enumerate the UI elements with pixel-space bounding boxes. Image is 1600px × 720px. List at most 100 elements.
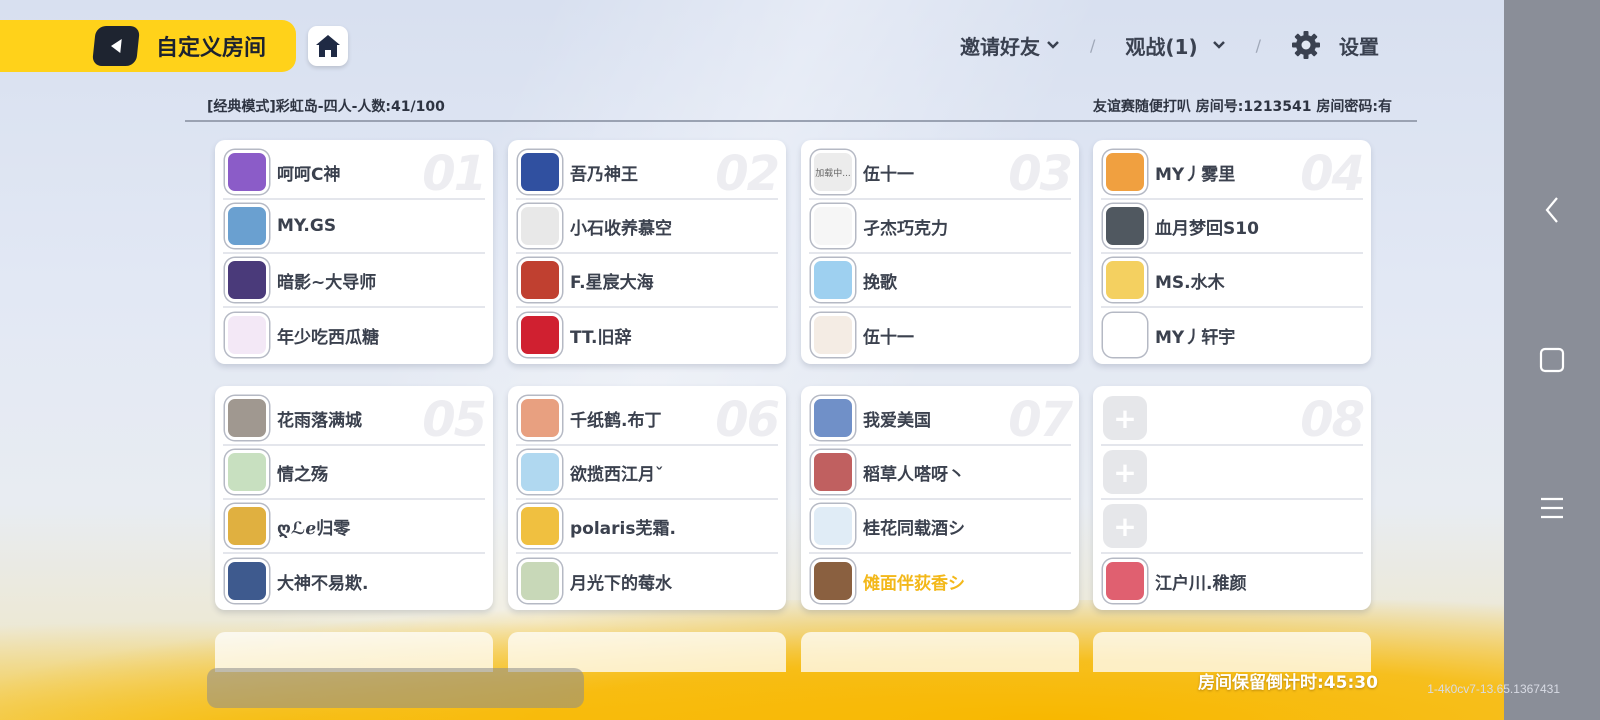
square-icon [1539,347,1565,373]
player-slot[interactable]: 年少吃西瓜糖 [223,308,485,362]
player-slot[interactable]: 大神不易欺. [223,554,485,608]
player-slot[interactable]: 伍十一 [809,308,1071,362]
player-name: 桂花同载酒シ [863,518,965,539]
room-id-info: 友谊赛随便打叭 房间号:1213541 房间密码:有 [1092,99,1392,115]
player-slot[interactable]: 欲揽西江月ˇ [516,446,778,500]
chat-input-bar[interactable] [207,668,584,708]
team-card-partial [215,632,493,672]
player-name: 挽歌 [863,272,897,293]
build-version: 1-4k0cv7-13.65.1367431 [1427,682,1560,696]
player-avatar [811,204,855,248]
player-avatar [811,450,855,494]
avatar-loading-text: 加载中... [815,168,851,179]
player-name: 大神不易欺. [277,573,369,594]
player-avatar [811,313,855,357]
spectate-button[interactable]: 观战(1) [1125,31,1225,60]
player-avatar [518,450,562,494]
player-name: 暗影~大导师 [277,272,377,293]
player-slot[interactable]: 暗影~大导师 [223,254,485,308]
player-slot[interactable]: ღℒℯ归零 [223,500,485,554]
player-avatar [1103,150,1147,194]
player-slot[interactable]: MY.GS [223,200,485,254]
room-mode-info: [经典模式]彩虹岛-四人-人数:41/100 [207,99,445,115]
player-name: ღℒℯ归零 [277,518,351,539]
player-avatar [811,258,855,302]
player-avatar [225,450,269,494]
player-slot[interactable]: MS.水木 [1101,254,1363,308]
player-avatar [518,150,562,194]
player-avatar [518,204,562,248]
player-avatar [225,258,269,302]
player-name: 情之殇 [277,464,328,485]
back-button[interactable] [91,26,141,66]
player-avatar [1103,204,1147,248]
player-name: 江户川.稚颜 [1155,573,1247,594]
back-arrow-icon [111,39,122,53]
home-button[interactable] [308,26,348,66]
player-slot[interactable]: 吾乃神王 [516,146,778,200]
team-card: 03 加载中... 伍十一 孑杰巧克力 挽歌 伍十一 [801,140,1079,364]
player-name: MS.水木 [1155,272,1225,293]
player-slot[interactable]: 稻草人嗒呀丶 [809,446,1071,500]
empty-player-slot[interactable]: + [1101,500,1363,554]
player-slot[interactable]: 千纸鹤.布丁 [516,392,778,446]
player-slot[interactable]: 我爱美国 [809,392,1071,446]
invite-friends-button[interactable]: 邀请好友 [960,31,1060,60]
top-actions: 邀请好友 / 观战(1) / 设置 [960,30,1379,60]
player-avatar: 加载中... [811,150,855,194]
system-recents-button[interactable] [1504,483,1600,533]
player-slot[interactable]: 孑杰巧克力 [809,200,1071,254]
add-player-icon[interactable]: + [1103,504,1147,548]
player-slot[interactable]: 加载中... 伍十一 [809,146,1071,200]
player-avatar [518,313,562,357]
player-name: 呵呵C神 [277,164,341,185]
player-slot[interactable]: 呵呵C神 [223,146,485,200]
separator: / [1090,35,1096,55]
player-slot[interactable]: TT.旧辞 [516,308,778,362]
spectate-label: 观战(1) [1125,34,1198,59]
team-card-partial [801,632,1079,672]
empty-player-slot[interactable]: + [1101,446,1363,500]
player-avatar [518,504,562,548]
player-slot[interactable]: 桂花同载酒シ [809,500,1071,554]
system-back-button[interactable] [1504,185,1600,235]
player-slot[interactable]: F.星宸大海 [516,254,778,308]
team-card: 04 MY丿雾里 血月梦回S10 MS.水木 MY丿轩宇 [1093,140,1371,364]
player-slot[interactable]: 小石收养慕空 [516,200,778,254]
player-slot[interactable]: 傩面伴荻香シ [809,554,1071,608]
add-player-icon[interactable]: + [1103,396,1147,440]
player-name: 吾乃神王 [570,164,638,185]
chevron-down-icon [1212,41,1225,49]
player-name: MY丿雾里 [1155,164,1236,185]
player-name: 月光下的莓水 [570,573,672,594]
player-slot[interactable]: 挽歌 [809,254,1071,308]
team-card: 08 + + + 江户川.稚颜 [1093,386,1371,610]
player-slot[interactable]: 情之殇 [223,446,485,500]
add-player-icon[interactable]: + [1103,450,1147,494]
player-slot[interactable]: 血月梦回S10 [1101,200,1363,254]
team-card: 06 千纸鹤.布丁 欲揽西江月ˇ polaris芜霜. 月光下的莓水 [508,386,786,610]
player-avatar [225,504,269,548]
player-slot[interactable]: 月光下的莓水 [516,554,778,608]
empty-player-slot[interactable]: + [1101,392,1363,446]
player-name: 稻草人嗒呀丶 [863,464,965,485]
player-avatar [1103,559,1147,603]
system-home-button[interactable] [1504,335,1600,385]
player-slot[interactable]: 江户川.稚颜 [1101,554,1363,608]
player-slot[interactable]: MY丿雾里 [1101,146,1363,200]
team-card: 02 吾乃神王 小石收养慕空 F.星宸大海 TT.旧辞 [508,140,786,364]
player-slot[interactable]: polaris芜霜. [516,500,778,554]
header-bar: 自定义房间 [0,20,296,72]
team-card: 07 我爱美国 稻草人嗒呀丶 桂花同载酒シ 傩面伴荻香シ [801,386,1079,610]
player-slot[interactable]: 花雨落满城 [223,392,485,446]
player-avatar [1103,258,1147,302]
team-card-partial [1093,632,1371,672]
page-title: 自定义房间 [156,36,267,61]
invite-friends-label: 邀请好友 [960,34,1040,59]
settings-button[interactable]: 设置 [1291,30,1379,60]
player-slot[interactable]: MY丿轩宇 [1101,308,1363,362]
player-avatar [811,504,855,548]
player-avatar [518,396,562,440]
room-info-bar: [经典模式]彩虹岛-四人-人数:41/100 友谊赛随便打叭 房间号:12135… [185,92,1417,122]
player-avatar [518,559,562,603]
